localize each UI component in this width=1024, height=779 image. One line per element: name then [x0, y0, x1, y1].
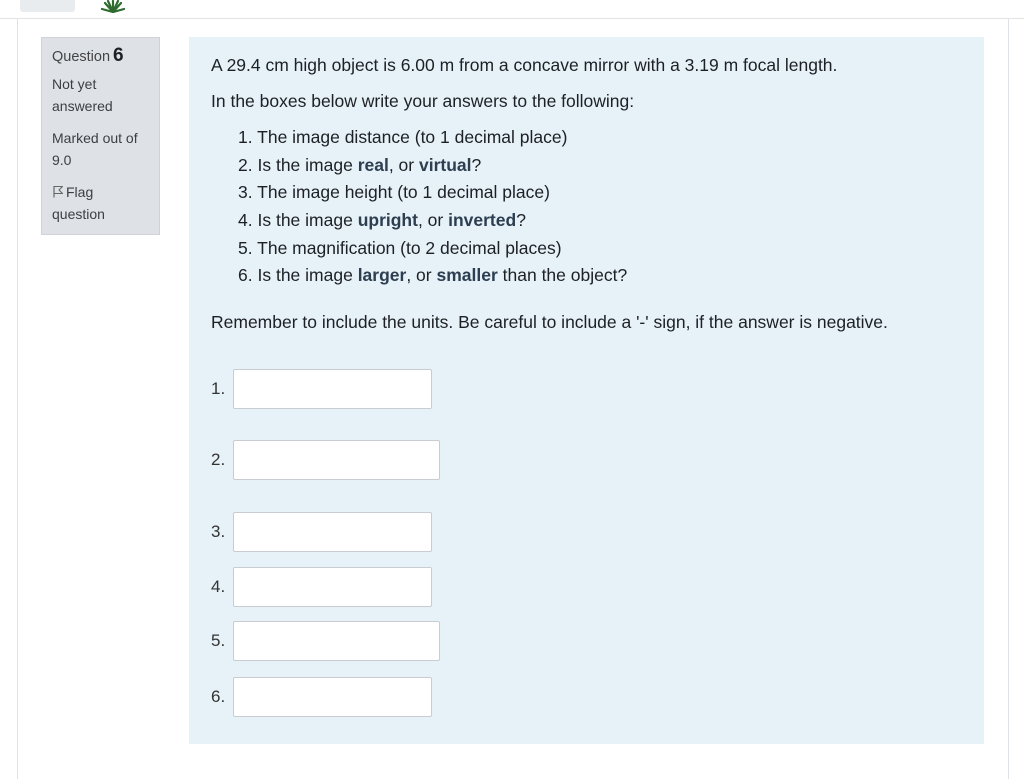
list-item: 1. The image distance (to 1 decimal plac… [238, 127, 568, 147]
leaf-logo-icon[interactable] [101, 0, 125, 13]
state-line-2: answered [52, 98, 113, 114]
flag-question-link[interactable]: Flag question [52, 181, 149, 225]
list-item: 6. Is the image larger, or smaller than … [238, 265, 628, 286]
question-grade: Marked out of 9.0 [52, 127, 149, 171]
question-info-panel: Question 6 Not yet answered Marked out of… [41, 37, 160, 235]
list-item: 2. Is the image real, or virtual? [238, 154, 482, 175]
nav-tab[interactable] [20, 0, 75, 12]
answer-input-4[interactable] [233, 567, 432, 607]
list-item: 5. The magnification (to 2 decimal place… [238, 237, 562, 258]
flag-line-1: Flag [66, 184, 94, 200]
answer-label: 6. [211, 687, 226, 706]
answer-label: 4. [211, 577, 226, 596]
answer-input-5[interactable] [233, 621, 440, 661]
question-number: Question 6 [52, 45, 149, 68]
question-list: 1. The image distance (to 1 decimal plac… [238, 125, 627, 291]
flag-outline-icon [53, 185, 64, 198]
state-line-1: Not yet [52, 76, 97, 92]
list-item: 4. Is the image upright, or inverted? [238, 210, 526, 231]
question-text: A 29.4 cm high object is 6.00 m from a c… [211, 55, 838, 75]
question-instruction: In the boxes below write your answers to… [211, 91, 635, 111]
answer-input-2[interactable] [233, 440, 440, 480]
answer-label: 5. [211, 631, 226, 650]
list-item: 3. The image height (to 1 decimal place) [238, 182, 550, 203]
answer-label: 3. [211, 522, 226, 541]
answer-input-6[interactable] [233, 677, 432, 717]
question-state: Not yet answered [52, 73, 149, 117]
units-reminder: Remember to include the units. Be carefu… [211, 312, 888, 332]
answer-label: 1. [211, 379, 226, 398]
answer-label: 2. [211, 450, 226, 469]
answer-input-3[interactable] [233, 512, 432, 552]
flag-line-2: question [52, 206, 105, 222]
grade-line-2: 9.0 [52, 152, 72, 168]
question-number-value: 6 [113, 45, 124, 66]
answer-input-1[interactable] [233, 369, 432, 409]
question-content: A 29.4 cm high object is 6.00 m from a c… [189, 37, 984, 744]
top-navbar [0, 0, 1024, 19]
question-label: Question [52, 49, 111, 65]
grade-line-1: Marked out of [52, 130, 138, 146]
